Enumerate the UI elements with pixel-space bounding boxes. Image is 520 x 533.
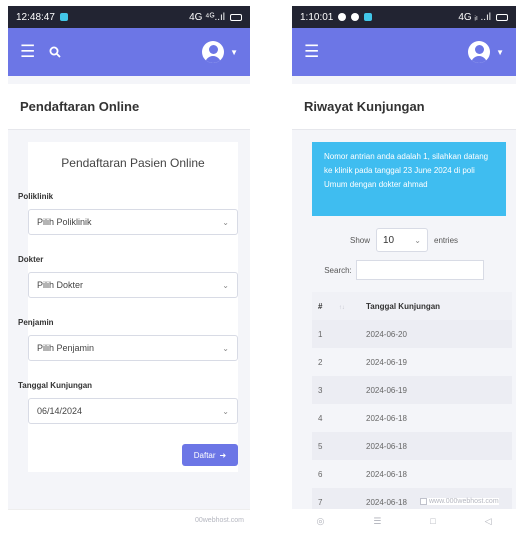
show-label: Show — [349, 235, 370, 245]
table-row: 3 2024-06-19 — [312, 376, 512, 404]
search-icon[interactable] — [49, 46, 61, 58]
penjamin-select[interactable]: Pilih Penjamin ⌄ — [28, 335, 238, 361]
row-date: 2024-06-19 — [366, 357, 407, 367]
table-header-row: # ↑↓ Tanggal Kunjungan — [312, 292, 512, 320]
visit-history-table: # ↑↓ Tanggal Kunjungan 1 2024-06-20 2 20… — [312, 292, 512, 516]
status-time: 1:10:01 — [300, 11, 334, 23]
row-date: 2024-06-18 — [366, 469, 407, 479]
android-navigation-bar: ◎ ☰ □ ◁ — [292, 509, 516, 533]
page-title: Pendaftaran Online — [8, 84, 250, 130]
tanggal-kunjungan-value: 06/14/2024 — [37, 406, 83, 416]
table-search: Search: — [292, 260, 516, 280]
row-date: 2024-06-18 — [366, 413, 407, 423]
dokter-select[interactable]: Pilih Dokter ⌄ — [28, 272, 238, 298]
network-indicator: 4G ᵢₗ ..ıl — [458, 11, 491, 23]
hamburger-icon[interactable]: ☰ — [20, 42, 35, 62]
row-date: 2024-06-18 — [360, 432, 512, 460]
notification-icon — [351, 13, 360, 21]
hosting-watermark[interactable]: www.000webhost.com — [420, 498, 499, 505]
menu-icon[interactable]: ☰ — [373, 516, 381, 527]
back-icon[interactable]: ◁ — [485, 516, 492, 527]
entries-length-control: Show 10 ⌄ entries — [292, 228, 516, 252]
chevron-down-icon[interactable]: ▼ — [230, 48, 238, 57]
form-title: Pendaftaran Pasien Online — [61, 156, 205, 170]
notification-icon — [338, 13, 347, 21]
broken-image-icon — [420, 498, 427, 505]
status-time: 12:48:47 — [16, 11, 55, 23]
network-indicator: 4G ⁴ᴳ..ıl — [189, 11, 225, 23]
column-header-date[interactable]: Tanggal Kunjungan — [360, 292, 512, 320]
penjamin-value: Pilih Penjamin — [37, 343, 95, 353]
column-header-number[interactable]: # ↑↓ — [312, 292, 360, 320]
table-row: 5 2024-06-18 — [312, 432, 512, 460]
table-row: 4 2024-06-18 — [312, 404, 512, 432]
chevron-down-icon: ⌄ — [222, 217, 229, 227]
status-bar: 12:48:47 4G ⁴ᴳ..ıl — [8, 6, 250, 28]
penjamin-label: Penjamin — [18, 318, 54, 327]
table-row: 2 2024-06-19 — [312, 348, 512, 376]
notification-icon — [59, 13, 68, 21]
column-header-label: Tanggal Kunjungan — [366, 301, 441, 311]
chevron-down-icon: ⌄ — [222, 280, 229, 290]
search-input[interactable] — [355, 260, 484, 280]
row-number: 1 — [312, 320, 360, 348]
battery-icon — [230, 13, 242, 21]
entries-select[interactable]: 10 ⌄ — [376, 228, 428, 252]
table-row: 1 2024-06-20 — [312, 320, 512, 348]
row-number: 4 — [318, 413, 323, 423]
top-navbar: ☰ ▼ — [8, 28, 250, 76]
battery-icon — [496, 13, 508, 21]
arrow-right-icon: ➜ — [219, 450, 227, 460]
recent-apps-icon[interactable]: ◎ — [316, 516, 324, 527]
tanggal-kunjungan-select[interactable]: 06/14/2024 ⌄ — [28, 398, 238, 424]
chevron-down-icon: ⌄ — [222, 343, 229, 353]
chevron-down-icon: ⌄ — [222, 406, 229, 416]
sort-icon: ↑↓ — [338, 304, 345, 311]
registration-form: Pendaftaran Pasien Online Poliklinik Pil… — [18, 142, 238, 472]
poliklinik-select[interactable]: Pilih Poliklinik ⌄ — [28, 209, 238, 235]
page-title: Riwayat Kunjungan — [292, 84, 516, 130]
entries-label: entries — [434, 235, 459, 245]
watermark-text: www.000webhost.com — [429, 498, 499, 505]
table-row: 6 2024-06-18 — [312, 460, 512, 488]
footer-text: 00webhost.com — [194, 517, 244, 524]
daftar-label: Daftar — [193, 450, 216, 460]
home-icon[interactable]: □ — [430, 516, 435, 526]
daftar-button[interactable]: Daftar ➜ — [182, 444, 238, 466]
search-label: Search: — [324, 265, 352, 275]
row-number: 5 — [312, 432, 360, 460]
avatar-icon[interactable] — [202, 41, 225, 63]
row-number: 3 — [312, 376, 360, 404]
poliklinik-value: Pilih Poliklinik — [37, 217, 92, 227]
row-number: 2 — [318, 357, 323, 367]
footer: 00webhost.com — [8, 509, 250, 531]
row-number: 6 — [318, 469, 323, 479]
status-bar: 1:10:01 4G ᵢₗ ..ıl — [292, 6, 516, 28]
chevron-down-icon: ⌄ — [414, 235, 421, 245]
poliklinik-label: Poliklinik — [18, 192, 54, 201]
left-phone-screen: 12:48:47 4G ⁴ᴳ..ıl ☰ ▼ Pendaftaran Onlin… — [8, 6, 250, 531]
column-header-label: # — [318, 301, 323, 311]
dokter-value: Pilih Dokter — [37, 280, 84, 290]
entries-value: 10 — [383, 234, 395, 246]
right-phone-screen: 1:10:01 4G ᵢₗ ..ıl ☰ ▼ Riwayat Kunjungan… — [292, 6, 516, 533]
chevron-down-icon[interactable]: ▼ — [496, 48, 504, 57]
row-date: 2024-06-19 — [360, 376, 512, 404]
hamburger-icon[interactable]: ☰ — [304, 42, 319, 62]
tanggal-kunjungan-label: Tanggal Kunjungan — [18, 381, 93, 390]
dokter-label: Dokter — [18, 255, 44, 264]
top-navbar: ☰ ▼ — [292, 28, 516, 76]
queue-alert: Nomor antrian anda adalah 1, silahkan da… — [312, 142, 506, 216]
row-date: 2024-06-20 — [360, 320, 512, 348]
avatar-icon[interactable] — [468, 41, 491, 63]
notification-icon — [364, 13, 373, 21]
